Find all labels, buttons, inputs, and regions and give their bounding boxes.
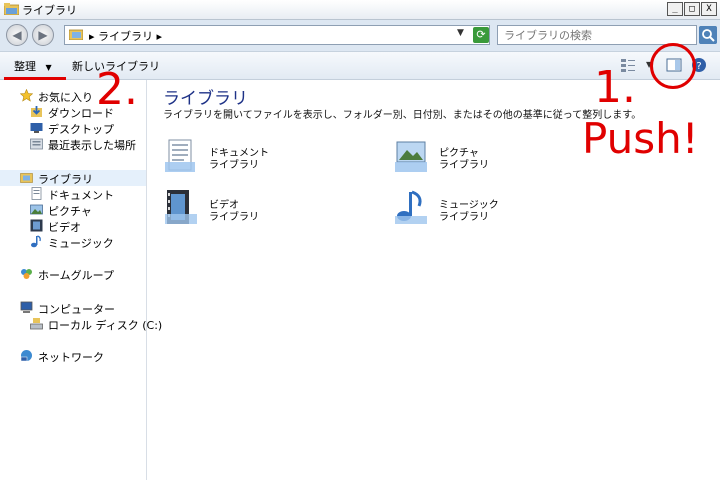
minimize-button[interactable]: _: [667, 2, 683, 16]
library-item-music[interactable]: ミュージック ライブラリ: [393, 190, 593, 230]
library-type: ライブラリ: [209, 212, 259, 223]
videos-icon: [30, 219, 43, 232]
search-box[interactable]: [497, 25, 706, 45]
library-type: ライブラリ: [209, 160, 259, 171]
title-bar: ライブラリ _ □ X: [0, 0, 720, 20]
annotation-circle: [650, 43, 696, 89]
forward-button[interactable]: ▶: [32, 24, 54, 46]
annotation-push: Push!: [582, 114, 699, 163]
library-folder-icon: [69, 29, 83, 40]
libraries-icon: [20, 173, 33, 183]
sidebar-label: ビデオ: [48, 221, 81, 234]
sidebar-label: コンピューター: [38, 303, 115, 316]
videos-icon: [165, 190, 197, 224]
maximize-button[interactable]: □: [684, 2, 700, 16]
annotation-step-2: 2.: [96, 64, 138, 115]
library-item-pictures[interactable]: ピクチャ ライブラリ: [393, 138, 593, 178]
music-icon: [31, 235, 41, 248]
library-item-videos[interactable]: ビデオ ライブラリ: [163, 190, 363, 230]
star-icon: [20, 89, 33, 102]
sidebar-label: デスクトップ: [48, 123, 114, 136]
organize-button[interactable]: 整理 ▼: [14, 58, 52, 74]
close-button[interactable]: X: [701, 2, 717, 16]
recent-places-icon: [30, 138, 43, 150]
computer-icon: [20, 301, 33, 313]
page-description: ライブラリを開いてファイルを表示し、フォルダー別、日付別、またはその他の基準に従…: [163, 110, 642, 121]
navigation-pane: お気に入り ダウンロード デスクトップ 最近表示した場所 ライブラリ ドキュメン…: [0, 80, 162, 480]
sidebar-item-desktop[interactable]: デスクトップ: [0, 120, 146, 136]
library-item-documents[interactable]: ドキュメント ライブラリ: [163, 138, 363, 178]
sidebar-item-homegroup[interactable]: ホームグループ: [0, 266, 146, 282]
sidebar-label: ホームグループ: [38, 269, 115, 282]
sidebar-item-pictures[interactable]: ピクチャ: [0, 202, 146, 218]
sidebar-label: 最近表示した場所: [48, 139, 136, 152]
annotation-step-1: 1.: [594, 62, 636, 113]
library-type: ライブラリ: [439, 212, 489, 223]
sidebar-label: ネットワーク: [38, 351, 104, 364]
sidebar-item-music[interactable]: ミュージック: [0, 234, 146, 250]
folder-icon: [4, 3, 19, 15]
library-type: ライブラリ: [439, 160, 489, 171]
breadcrumb[interactable]: ▸ ライブラリ ▸: [89, 28, 162, 44]
downloads-icon: [31, 106, 42, 117]
local-disk-icon: [30, 318, 43, 330]
organize-underline: [4, 77, 66, 80]
documents-icon: [31, 187, 42, 200]
sidebar-label: お気に入り: [38, 91, 93, 104]
homegroup-icon: [21, 269, 32, 279]
sidebar-label: ライブラリ: [38, 173, 93, 186]
sidebar-item-videos[interactable]: ビデオ: [0, 218, 146, 234]
organize-label: 整理: [14, 60, 36, 73]
address-row: ◀ ▶ ▸ ライブラリ ▸ ▼ ⟳: [0, 20, 720, 52]
sidebar-label: ドキュメント: [48, 189, 114, 202]
sidebar-item-recent-places[interactable]: 最近表示した場所: [0, 136, 146, 152]
network-icon: [20, 350, 32, 362]
pictures-icon: [395, 141, 427, 172]
sidebar-label: ローカル ディスク (C:): [48, 319, 163, 332]
search-icon[interactable]: [699, 26, 717, 44]
sidebar-item-network[interactable]: ネットワーク: [0, 348, 146, 364]
sidebar-item-libraries[interactable]: ライブラリ: [0, 170, 146, 186]
sidebar-label: ミュージック: [48, 237, 114, 250]
search-input[interactable]: [498, 26, 706, 44]
svg-text:?: ?: [696, 61, 701, 72]
pictures-icon: [30, 204, 43, 215]
back-button[interactable]: ◀: [6, 24, 28, 46]
documents-icon: [165, 139, 195, 172]
desktop-icon: [30, 123, 43, 133]
music-icon: [395, 190, 427, 224]
chevron-down-icon: ▼: [45, 63, 52, 72]
sidebar-item-local-disk[interactable]: ローカル ディスク (C:): [0, 316, 162, 332]
sidebar-item-documents[interactable]: ドキュメント: [0, 186, 146, 202]
refresh-icon[interactable]: ⟳: [473, 27, 489, 43]
address-bar[interactable]: ▸ ライブラリ ▸ ▼: [64, 25, 490, 45]
window-title: ライブラリ: [22, 4, 77, 17]
sidebar-item-computer[interactable]: コンピューター: [0, 300, 146, 316]
address-dropdown-icon[interactable]: ▼: [457, 28, 464, 38]
sidebar-label: ピクチャ: [48, 205, 92, 218]
